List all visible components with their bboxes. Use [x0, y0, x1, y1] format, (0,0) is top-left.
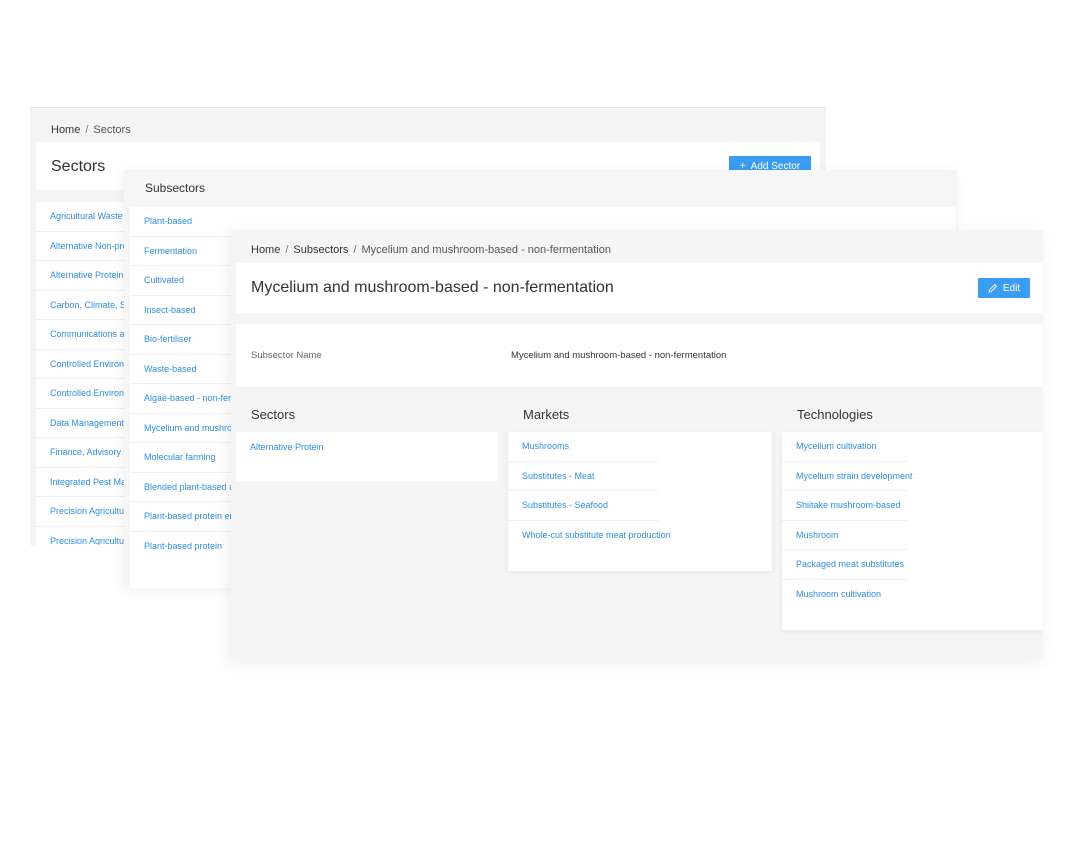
breadcrumb-current: Sectors: [93, 124, 131, 136]
sectors-column-title: Sectors: [251, 407, 296, 422]
list-item[interactable]: Integrated Pest Man: [36, 468, 136, 497]
list-item[interactable]: Plant-based protein en: [130, 502, 240, 532]
subsectors-title: Subsectors: [145, 181, 206, 195]
list-item[interactable]: Shiitake mushroom-based: [782, 491, 907, 521]
subsector-info-card: Subsector Name Mycelium and mushroom-bas…: [236, 324, 1043, 387]
breadcrumb-home-link[interactable]: Home: [251, 244, 280, 256]
list-item[interactable]: Molecular farming: [130, 443, 240, 473]
list-item[interactable]: Alternative Protein: [36, 261, 136, 291]
technologies-column-title: Technologies: [797, 407, 873, 422]
subsector-detail-window: Home / Subsectors / Mycelium and mushroom-ba…: [231, 230, 1043, 660]
list-item[interactable]: Packaged meat substitutes: [782, 550, 907, 580]
list-item[interactable]: Mushroom cultivation: [782, 580, 907, 610]
list-item[interactable]: Substitutes - Meat: [508, 462, 658, 491]
list-item[interactable]: Bio-fertiliser: [130, 325, 240, 355]
subsector-name-value: Mycelium and mushroom-based - non-fermen…: [511, 350, 727, 361]
breadcrumb: Home / Subsectors / Mycelium and mushroom-ba…: [251, 244, 611, 256]
list-item[interactable]: Mushroom: [782, 521, 907, 550]
list-item[interactable]: Alternative Non-pro: [36, 232, 136, 261]
pencil-icon: [988, 283, 998, 293]
list-item[interactable]: Finance, Advisory an: [36, 438, 136, 468]
page-title: Mycelium and mushroom-based - non-fermen…: [251, 279, 614, 296]
list-item[interactable]: Blended plant-based a: [130, 473, 240, 502]
edit-button[interactable]: Edit: [978, 278, 1030, 298]
breadcrumb-separator: /: [285, 244, 289, 256]
breadcrumb-home-link[interactable]: Home: [51, 124, 80, 136]
list-item[interactable]: Plant-based protein: [130, 532, 240, 562]
list-item[interactable]: Plant-based: [130, 207, 240, 237]
list-item[interactable]: Mycelium strain development: [782, 462, 913, 491]
list-item[interactable]: Controlled Environm: [36, 379, 136, 409]
sectors-column: Alternative Protein: [236, 432, 498, 481]
markets-column-title: Markets: [523, 407, 570, 422]
list-item[interactable]: Algae-based - non-ferm: [130, 384, 240, 414]
markets-column: Mushrooms Substitutes - Meat Substitutes…: [508, 432, 772, 571]
list-item[interactable]: Fermentation: [130, 237, 240, 266]
page-title: Sectors: [51, 158, 106, 175]
list-item[interactable]: Cultivated: [130, 266, 240, 296]
list-item[interactable]: Waste-based: [130, 355, 240, 384]
list-item[interactable]: Precision Agricultur: [36, 527, 136, 545]
sectors-list: Agricultural Waste Ma Alternative Non-pr…: [36, 202, 138, 545]
breadcrumb-separator: /: [85, 124, 89, 136]
list-item[interactable]: Mushrooms: [508, 432, 658, 462]
detail-header-card: Mycelium and mushroom-based - non-fermen…: [236, 263, 1043, 313]
breadcrumb: Home / Sectors: [51, 124, 131, 136]
list-item[interactable]: Controlled Environm: [36, 350, 136, 379]
list-item[interactable]: Mycelium cultivation: [782, 432, 907, 462]
list-item[interactable]: Mycelium and mushro: [130, 414, 240, 443]
breadcrumb-separator: /: [353, 244, 357, 256]
list-item[interactable]: Substitutes - Seafood: [508, 491, 658, 521]
list-item[interactable]: Insect-based: [130, 296, 240, 325]
list-item[interactable]: Whole-cut substitute meat production: [508, 521, 671, 551]
breadcrumb-parent-link[interactable]: Subsectors: [293, 244, 348, 256]
breadcrumb-current: Mycelium and mushroom-based - non-fermen…: [361, 244, 611, 256]
list-item[interactable]: Data Management: [36, 409, 136, 438]
subsector-name-label: Subsector Name: [251, 350, 322, 361]
list-item[interactable]: Alternative Protein: [236, 432, 326, 462]
list-item[interactable]: Agricultural Waste Ma: [36, 202, 138, 232]
technologies-column: Mycelium cultivation Mycelium strain dev…: [782, 432, 1043, 630]
list-item[interactable]: Carbon, Climate, So: [36, 291, 136, 320]
list-item[interactable]: Communications an: [36, 320, 136, 350]
list-item[interactable]: Precision Agricultur: [36, 497, 136, 527]
